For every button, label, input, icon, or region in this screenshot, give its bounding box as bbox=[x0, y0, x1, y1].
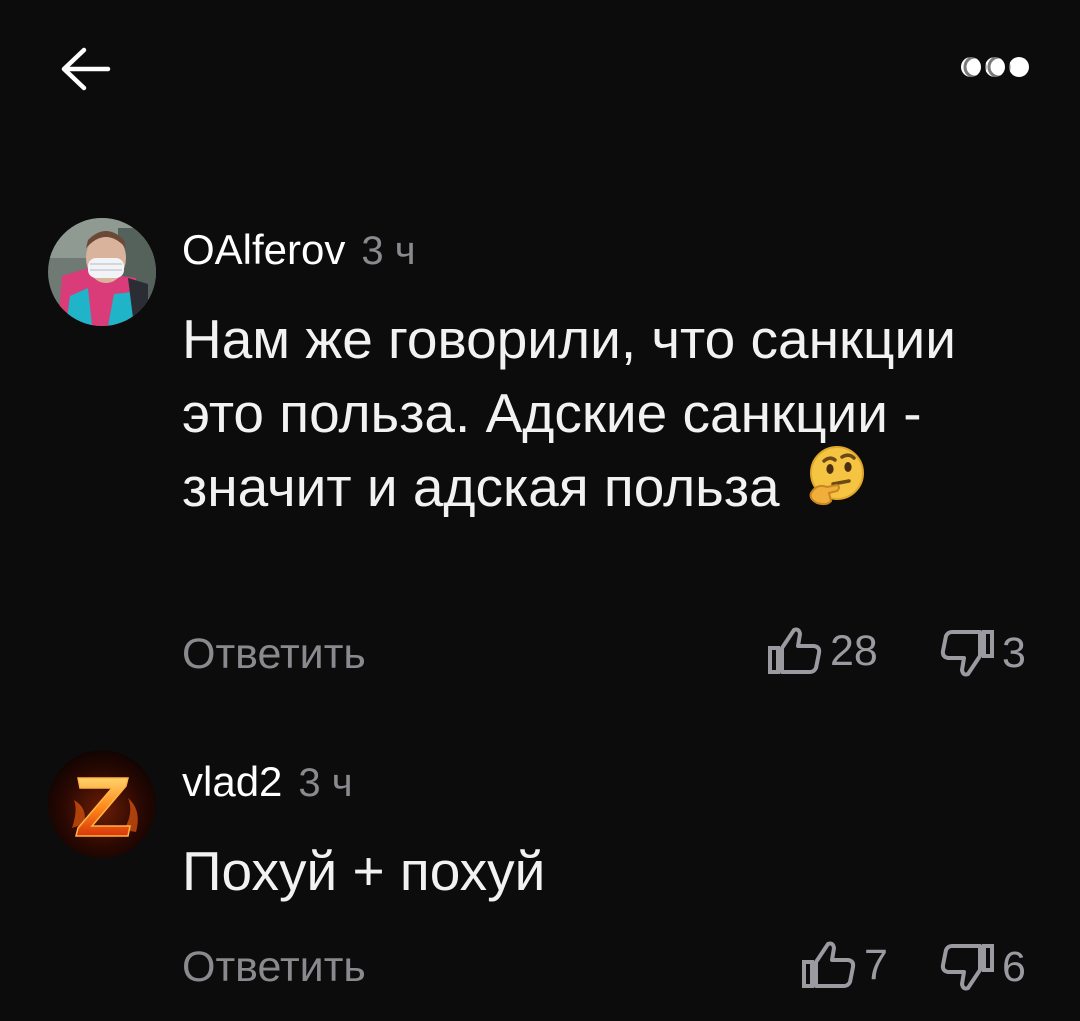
comment-text: Похуй + похуй bbox=[182, 834, 1042, 908]
comment-time: 3 ч bbox=[298, 761, 353, 805]
avatar[interactable] bbox=[48, 750, 156, 858]
like-count: 7 bbox=[864, 940, 888, 989]
dislike-count: 6 bbox=[1002, 942, 1026, 991]
reply-button[interactable]: Ответить bbox=[182, 943, 366, 992]
comment-body: Похуй + похуй bbox=[182, 840, 546, 902]
author-name[interactable]: vlad2 bbox=[182, 758, 282, 806]
comment-header: vlad2 3 ч bbox=[182, 758, 353, 818]
like-button[interactable]: 7 bbox=[800, 938, 888, 992]
thumbs-up-icon bbox=[802, 941, 856, 988]
comment-item: vlad2 3 ч Похуй + похуй Ответить 7 6 bbox=[0, 0, 1080, 1021]
thumbs-down-icon bbox=[940, 944, 994, 991]
dislike-button[interactable]: 6 bbox=[938, 940, 1026, 994]
